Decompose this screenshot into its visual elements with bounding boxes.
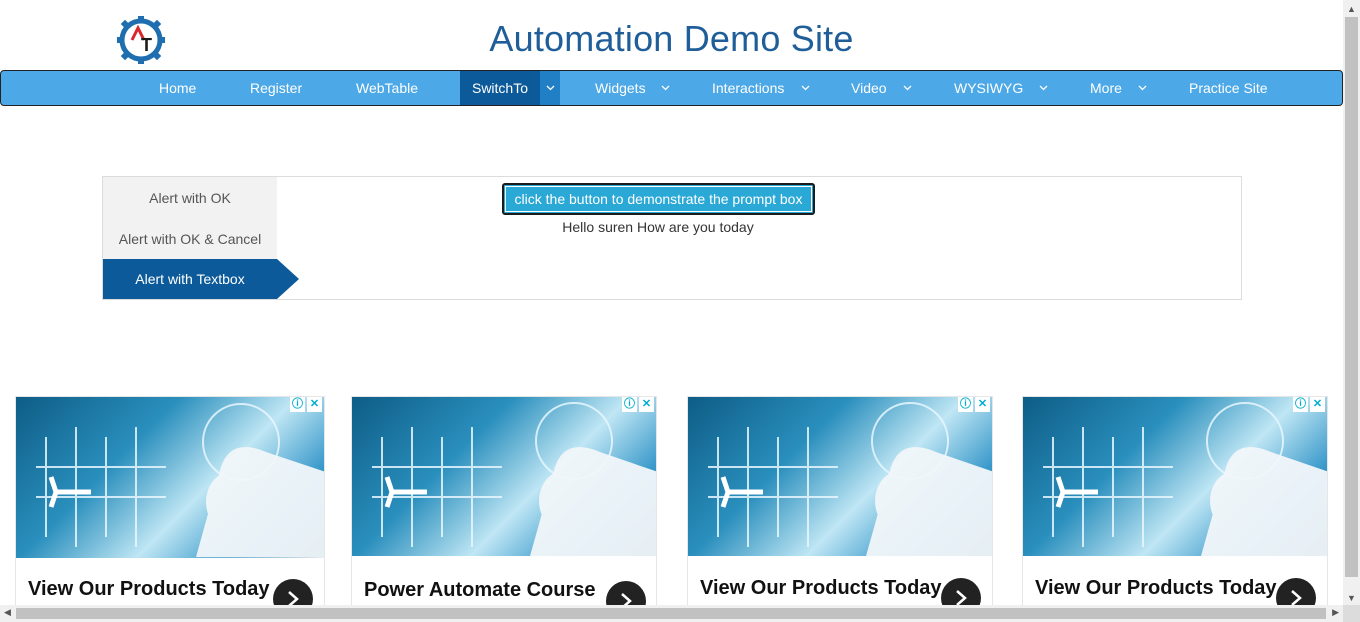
nav-item-more[interactable]: More (1090, 71, 1122, 105)
nav-label: SwitchTo (471, 80, 529, 96)
vertical-scrollbar[interactable]: ▲ ▼ (1343, 0, 1360, 605)
ad-badges: ⓘ ✕ (958, 397, 990, 413)
ad-badges: ⓘ ✕ (1293, 397, 1325, 413)
chevron-down-icon[interactable] (1039, 71, 1048, 105)
ad-image: ⓘ ✕ (352, 397, 656, 556)
nav-label: Register (250, 80, 303, 96)
ad-arrow-button[interactable] (606, 581, 646, 607)
nav-label: Widgets (595, 80, 646, 96)
nav-item-practice-site[interactable]: Practice Site (1189, 71, 1268, 105)
nav-item-home[interactable]: Home (159, 71, 196, 105)
tab-alert-with-ok[interactable]: Alert with OK (103, 178, 277, 218)
info-icon[interactable]: ⓘ (290, 397, 305, 412)
ad-title: View Our Products Today (1035, 577, 1277, 599)
ad-badges: ⓘ ✕ (622, 397, 654, 413)
tab-alert-with-textbox[interactable]: Alert with Textbox (103, 259, 277, 299)
ad-arrow-button[interactable] (1276, 578, 1316, 607)
nav-item-register[interactable]: Register (250, 71, 302, 105)
ad-card[interactable]: ⓘ ✕ View Our Products Today (15, 396, 325, 608)
ad-title: Power Automate Course (364, 579, 596, 601)
chevron-down-icon[interactable] (661, 71, 670, 105)
scroll-right-icon[interactable]: ▶ (1332, 607, 1339, 618)
nav-item-interactions[interactable]: Interactions (712, 71, 784, 105)
ad-title: View Our Products Today (700, 577, 942, 599)
ad-title: View Our Products Today (28, 578, 270, 600)
nav-item-video[interactable]: Video (851, 71, 887, 105)
ad-image: ⓘ ✕ (16, 397, 324, 558)
horizontal-scrollbar[interactable]: ◀ ▶ (0, 605, 1343, 622)
ad-image: ⓘ ✕ (1023, 397, 1327, 556)
horizontal-scroll-thumb[interactable] (16, 608, 1326, 619)
vertical-scroll-thumb[interactable] (1345, 17, 1358, 577)
ad-card[interactable]: ⓘ ✕ View Our Products Today (1022, 396, 1328, 608)
ad-image: ⓘ ✕ (688, 397, 992, 556)
chevron-down-icon[interactable] (1138, 71, 1147, 105)
ad-arrow-button[interactable] (941, 578, 981, 607)
scroll-left-icon[interactable]: ◀ (4, 607, 11, 618)
tab-list: Alert with OK Alert with OK & Cancel Ale… (103, 177, 277, 299)
nav-label: WYSIWYG (954, 80, 1024, 96)
scroll-up-icon[interactable]: ▲ (1347, 4, 1356, 14)
chevron-down-icon[interactable] (801, 71, 810, 105)
nav-label: Practice Site (1189, 80, 1268, 96)
ad-badges: ⓘ ✕ (290, 397, 322, 413)
nav-label: More (1090, 80, 1122, 96)
info-icon[interactable]: ⓘ (622, 397, 637, 412)
page-title: Automation Demo Site (489, 18, 854, 59)
tab-alert-with-ok-cancel[interactable]: Alert with OK & Cancel (103, 219, 277, 259)
nav-label: WebTable (356, 80, 419, 96)
nav-item-widgets[interactable]: Widgets (595, 71, 646, 105)
scrollbar-corner (1343, 605, 1360, 622)
ad-card[interactable]: ⓘ ✕ View Our Products Today (687, 396, 993, 608)
nav-label: Home (159, 80, 197, 96)
ad-arrow-button[interactable] (273, 579, 313, 607)
close-icon[interactable]: ✕ (307, 397, 322, 412)
chevron-down-icon[interactable] (540, 71, 560, 105)
prompt-result-text: Hello suren How are you today (562, 219, 754, 235)
close-icon[interactable]: ✕ (975, 397, 990, 412)
info-icon[interactable]: ⓘ (1293, 397, 1308, 412)
main-navbar: Home Register WebTable SwitchTo Widgets … (0, 70, 1343, 106)
nav-item-webtable[interactable]: WebTable (356, 71, 418, 105)
active-tab-arrow (277, 259, 299, 299)
info-icon[interactable]: ⓘ (958, 397, 973, 412)
nav-label: Video (851, 80, 887, 96)
alerts-panel: Alert with OK Alert with OK & Cancel Ale… (102, 176, 1242, 300)
chevron-down-icon[interactable] (903, 71, 912, 105)
nav-item-wysiwyg[interactable]: WYSIWYG (954, 71, 1023, 105)
nav-label: Interactions (712, 80, 785, 96)
scroll-down-icon[interactable]: ▼ (1347, 593, 1356, 603)
close-icon[interactable]: ✕ (1310, 397, 1325, 412)
nav-item-switchto[interactable]: SwitchTo (460, 71, 540, 105)
prompt-box-button[interactable]: click the button to demonstrate the prom… (502, 183, 815, 215)
close-icon[interactable]: ✕ (639, 397, 654, 412)
ad-card[interactable]: ⓘ ✕ Power Automate Course (351, 396, 657, 608)
